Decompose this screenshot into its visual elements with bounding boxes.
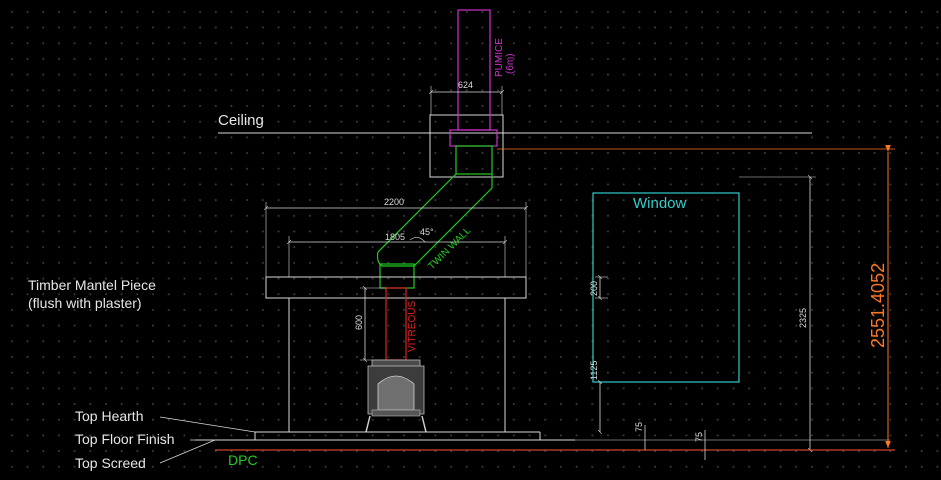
vitreous-dim-text: 600 [354, 315, 364, 330]
floor-step-text: 75 [694, 432, 704, 442]
pumice-label: PUMICE [494, 38, 505, 77]
cad-drawing-canvas[interactable]: Ceiling PUMICE (6m) 624 TWIN WALL 45° 22… [0, 0, 941, 480]
fireplace-elevation-drawing: Ceiling PUMICE (6m) 624 TWIN WALL 45° 22… [28, 9, 895, 471]
inner-width-text: 1805 [385, 232, 405, 242]
pumice-sub-label: (6m) [505, 53, 516, 74]
twin-wall-top [455, 145, 493, 175]
outer-width-text: 2200 [384, 197, 404, 207]
vitreous-label: VITREOUS [407, 301, 418, 352]
window-head-text: 200 [589, 281, 599, 296]
window-outline [592, 192, 740, 383]
top-floor-finish-label: Top Floor Finish [75, 431, 175, 447]
window-total-text: 2325 [798, 308, 808, 328]
angle-label: 45° [420, 227, 434, 237]
vitreous-pipe [385, 287, 407, 361]
window-label: Window [633, 195, 687, 212]
wood-stove [365, 359, 427, 433]
twin-wall-bottom [379, 263, 415, 289]
top-hearth-label: Top Hearth [75, 408, 143, 424]
angle-arc [409, 237, 426, 243]
hearth-step-text: 75 [634, 422, 644, 432]
twin-wall-bend [376, 173, 493, 267]
mantel-label-line1: Timber Mantel Piece [28, 277, 156, 293]
pumice-collar [449, 129, 498, 147]
flue-width-text: 624 [458, 80, 473, 90]
top-hearth-leader [159, 416, 256, 433]
floor-to-ceiling-text: 2551.4052 [868, 263, 888, 348]
mantel-label-line2: (flush with plaster) [28, 295, 142, 311]
ceiling-label: Ceiling [218, 112, 264, 129]
pumice-flue [457, 9, 491, 131]
top-screed-label: Top Screed [75, 455, 146, 471]
dpc-label: DPC [228, 452, 258, 468]
window-sill-text: 1125 [589, 361, 599, 380]
